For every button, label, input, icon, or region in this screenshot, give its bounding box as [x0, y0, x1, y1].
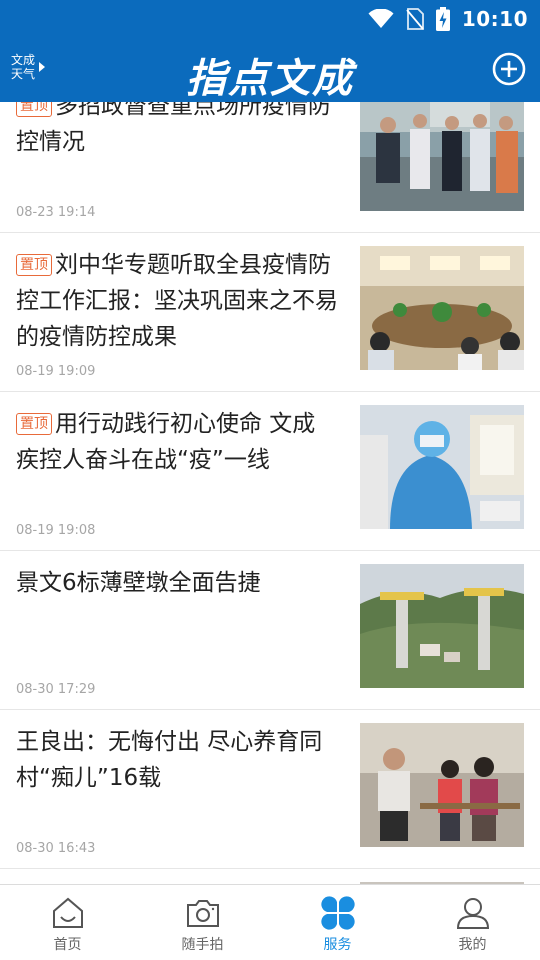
news-title: 置顶 多招政督查重点场所疫情防控情况 [16, 102, 338, 160]
camera-icon [186, 900, 219, 927]
app-header: 文成 天气 指点文成 [0, 38, 540, 102]
bridge-construction-photo [360, 564, 524, 688]
news-thumbnail[interactable] [360, 246, 524, 370]
nav-home[interactable]: 首页 [0, 885, 135, 960]
news-time: 08-19 19:09 [16, 364, 96, 379]
home-icon [52, 897, 83, 928]
pinned-badge: 置顶 [16, 413, 52, 435]
news-time: 08-30 17:29 [16, 682, 96, 697]
pinned-badge: 置顶 [16, 102, 52, 117]
news-thumbnail[interactable] [360, 564, 524, 688]
news-item[interactable]: 景文6标薄壁墩全面告捷 08-30 17:29 [0, 551, 540, 710]
news-title-text: 王良出：无悔付出 尽心养育同村“痴儿”16载 [16, 729, 323, 791]
news-title: 景文6标薄壁墩全面告捷 [16, 565, 338, 601]
medical-worker-photo [360, 405, 524, 529]
news-item[interactable]: 置顶 多招政督查重点场所疫情防控情况 08-23 19:14 [0, 102, 540, 233]
plus-circle-icon[interactable] [492, 52, 526, 86]
no-sim-icon [406, 8, 424, 30]
nav-label: 首页 [53, 937, 82, 953]
news-title: 置顶 刘中华专题听取全县疫情防控工作汇报：坚决巩固来之不易的疫情防控成果 [16, 247, 338, 355]
wifi-icon [368, 9, 394, 28]
news-time: 08-30 16:43 [16, 841, 96, 856]
news-time: 08-19 19:08 [16, 523, 96, 538]
news-item[interactable] [0, 869, 540, 884]
news-title-text: 用行动践行初心使命 文成疾控人奋斗在战“疫”一线 [16, 411, 316, 473]
nav-label: 我的 [458, 937, 487, 953]
news-item[interactable]: 置顶 用行动践行初心使命 文成疾控人奋斗在战“疫”一线 08-19 19:08 [0, 392, 540, 551]
news-thumbnail[interactable] [360, 723, 524, 847]
meeting-room-photo [360, 246, 524, 370]
clock-time: 10:10 [461, 7, 528, 31]
battery-charging-icon [435, 7, 450, 31]
officials-inspection-photo [360, 102, 524, 211]
nav-services[interactable]: 服务 [270, 885, 405, 960]
news-item[interactable]: 王良出：无悔付出 尽心养育同村“痴儿”16载 08-30 16:43 [0, 710, 540, 869]
bottom-navigation: 首页 随手拍 服务 我的 [0, 884, 540, 960]
news-title-text: 多招政督查重点场所疫情防控情况 [16, 102, 331, 155]
clover-icon [320, 896, 355, 930]
nav-label: 服务 [323, 937, 352, 953]
pinned-badge: 置顶 [16, 254, 52, 276]
family-portrait-photo [360, 723, 524, 847]
news-item[interactable]: 置顶 刘中华专题听取全县疫情防控工作汇报：坚决巩固来之不易的疫情防控成果 08-1… [0, 233, 540, 392]
news-thumbnail[interactable] [360, 102, 524, 211]
news-title-text: 景文6标薄壁墩全面告捷 [16, 570, 261, 596]
person-icon [456, 898, 489, 929]
status-bar: 10:10 [0, 0, 540, 38]
nav-snapshot[interactable]: 随手拍 [135, 885, 270, 960]
app-title: 指点文成 [186, 56, 354, 102]
nav-profile[interactable]: 我的 [405, 885, 540, 960]
news-time: 08-23 19:14 [16, 205, 96, 220]
news-feed[interactable]: 置顶 多招政督查重点场所疫情防控情况 08-23 19:14 置顶 刘中华专题听… [0, 102, 540, 884]
news-title-text: 刘中华专题听取全县疫情防控工作汇报：坚决巩固来之不易的疫情防控成果 [16, 252, 338, 350]
nav-label: 随手拍 [181, 937, 224, 953]
news-title: 王良出：无悔付出 尽心养育同村“痴儿”16载 [16, 724, 338, 796]
news-thumbnail[interactable] [360, 405, 524, 529]
news-title: 置顶 用行动践行初心使命 文成疾控人奋斗在战“疫”一线 [16, 406, 338, 478]
